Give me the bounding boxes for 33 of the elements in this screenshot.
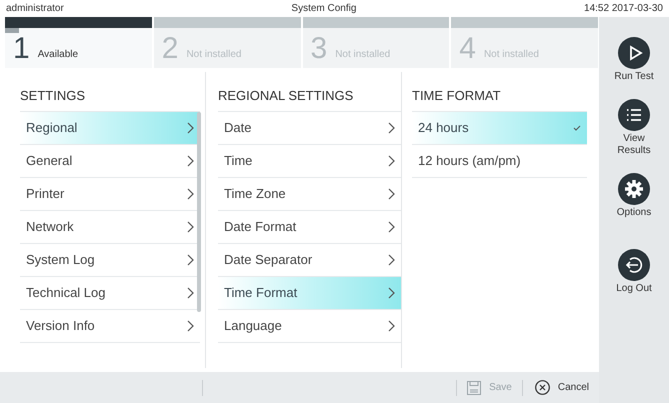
- chevron-icon: [187, 122, 194, 134]
- scrollbar[interactable]: [197, 112, 201, 312]
- chevron-icon: [187, 155, 194, 167]
- close-icon: [534, 380, 550, 395]
- sidebar-button[interactable]: Options: [602, 173, 666, 219]
- gear-icon: [618, 173, 650, 205]
- menu-item[interactable]: Regional: [20, 112, 200, 145]
- menu-item[interactable]: Time Format: [218, 277, 401, 310]
- sidebar-button[interactable]: View Results: [602, 99, 666, 157]
- chevron-icon: [388, 254, 395, 266]
- play-icon: [618, 37, 650, 69]
- chevron-icon: [187, 320, 194, 332]
- check-icon: [573, 125, 581, 131]
- option-item[interactable]: 12 hours (am/pm): [412, 145, 587, 178]
- sidebar-button[interactable]: Log Out: [602, 249, 666, 295]
- cancel-button[interactable]: Cancel: [522, 374, 599, 400]
- chevron-icon: [187, 287, 194, 299]
- chevron-icon: [388, 155, 395, 167]
- chevron-icon: [388, 287, 395, 299]
- list-icon: [618, 99, 650, 131]
- menu-item[interactable]: Version Info: [20, 310, 200, 343]
- chevron-icon: [388, 122, 395, 134]
- chevron-icon: [187, 221, 194, 233]
- chevron-icon: [187, 254, 194, 266]
- sidebar-button[interactable]: Run Test: [602, 37, 666, 83]
- window-title: System Config: [291, 2, 356, 16]
- user-name: administrator: [6, 2, 64, 16]
- chevron-icon: [187, 188, 194, 200]
- chevron-icon: [388, 221, 395, 233]
- option-item[interactable]: 24 hours: [412, 112, 587, 145]
- chevron-icon: [388, 188, 395, 200]
- chevron-icon: [388, 320, 395, 332]
- date-time: 14:52 2017-03-30: [584, 2, 663, 16]
